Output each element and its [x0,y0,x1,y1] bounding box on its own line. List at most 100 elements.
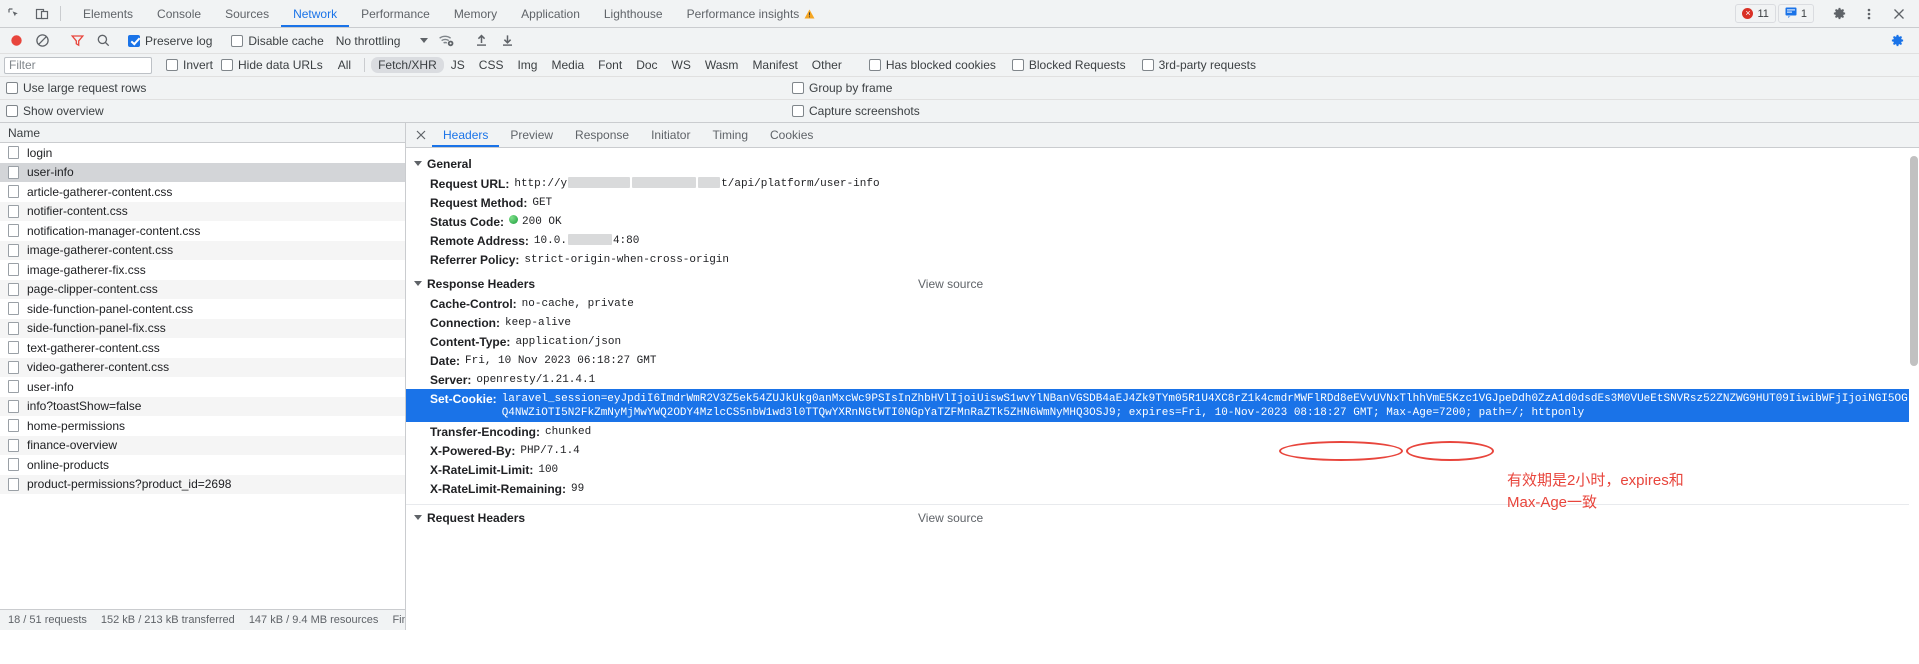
request-row-page-clipper[interactable]: page-clipper-content.css [0,279,405,299]
export-har-icon[interactable] [495,30,519,52]
request-name: article-gatherer-content.css [27,184,173,199]
resource-type-filters: All Fetch/XHR JS CSS Img Media Font Doc … [331,57,849,73]
tab-label: Response [575,128,630,142]
view-source-link-response[interactable]: View source [918,277,983,291]
import-har-icon[interactable] [469,30,493,52]
request-url-label: Request URL: [430,176,510,191]
request-row-side-function-panel-content[interactable]: side-function-panel-content.css [0,299,405,319]
has-blocked-cookies-checkbox[interactable]: Has blocked cookies [867,58,1002,72]
tab-sources[interactable]: Sources [213,0,281,27]
detail-tab-headers[interactable]: Headers [432,123,500,147]
scrollbar-thumb[interactable] [1910,156,1918,366]
record-stop-icon[interactable] [4,30,28,52]
device-toolbar-icon[interactable] [28,0,56,27]
close-detail-icon[interactable] [410,123,432,147]
filter-chip-css[interactable]: CSS [472,57,511,73]
toolbar-divider [60,6,61,21]
header-value: openresty/1.21.4.1 [476,373,596,386]
request-row-online-products[interactable]: online-products [0,455,405,475]
general-section-title[interactable]: General [406,154,1919,174]
filter-chip-all[interactable]: All [331,57,358,73]
tab-performance-insights[interactable]: Performance insights [675,0,828,27]
capture-screenshots-checkbox[interactable]: Capture screenshots [790,104,926,118]
inspect-element-icon[interactable] [0,0,28,27]
detail-tab-preview[interactable]: Preview [499,123,564,147]
filter-chip-manifest[interactable]: Manifest [745,57,804,73]
request-row-image-gatherer-content[interactable]: image-gatherer-content.css [0,240,405,260]
tab-label: Elements [83,6,134,21]
filter-chip-font[interactable]: Font [591,57,629,73]
request-row-product-permissions[interactable]: product-permissions?product_id=2698 [0,474,405,494]
request-row-user-info-selected[interactable]: user-info [0,162,405,182]
request-row-notifier-content[interactable]: notifier-content.css [0,201,405,221]
referrer-policy-value: strict-origin-when-cross-origin [524,253,730,266]
tab-lighthouse[interactable]: Lighthouse [592,0,675,27]
tab-elements[interactable]: Elements [71,0,145,27]
request-row-image-gatherer-fix[interactable]: image-gatherer-fix.css [0,260,405,280]
gear-icon[interactable] [1825,6,1853,21]
detail-tab-initiator[interactable]: Initiator [640,123,701,147]
throttling-select[interactable]: No throttling [332,34,433,48]
disable-cache-checkbox[interactable]: Disable cache [229,34,329,48]
hide-data-urls-checkbox[interactable]: Hide data URLs [219,58,329,72]
request-row-login[interactable]: login [0,143,405,163]
response-headers-section-title[interactable]: Response Headers View source [406,274,1919,294]
request-row-video-gatherer[interactable]: video-gatherer-content.css [0,357,405,377]
network-conditions-icon[interactable] [434,30,458,52]
request-row-notification-manager[interactable]: notification-manager-content.css [0,221,405,241]
header-value: Fri, 10 Nov 2023 06:18:27 GMT [465,354,657,367]
tab-console[interactable]: Console [145,0,213,27]
request-row-side-function-panel-fix[interactable]: side-function-panel-fix.css [0,318,405,338]
request-row-user-info-2[interactable]: user-info [0,377,405,397]
clear-network-log-icon[interactable] [30,30,54,52]
request-row-article-gatherer[interactable]: article-gatherer-content.css [0,182,405,202]
detail-tab-timing[interactable]: Timing [701,123,759,147]
filter-chip-other[interactable]: Other [805,57,849,73]
tab-memory[interactable]: Memory [442,0,509,27]
header-x-powered-by: X-Powered-By: PHP/7.1.4 [406,441,1919,460]
request-row-text-gatherer[interactable]: text-gatherer-content.css [0,338,405,358]
request-name: finance-overview [27,438,118,453]
search-icon[interactable] [91,30,115,52]
request-headers-section-title[interactable]: Request Headers View source [406,504,1919,528]
tab-label: Initiator [651,128,691,142]
use-large-request-rows-checkbox[interactable]: Use large request rows [4,81,152,95]
request-row-finance-overview[interactable]: finance-overview [0,435,405,455]
filter-chip-wasm[interactable]: Wasm [698,57,746,73]
tab-performance[interactable]: Performance [349,0,442,27]
third-party-requests-checkbox[interactable]: 3rd-party requests [1140,58,1262,72]
tab-network[interactable]: Network [281,0,350,27]
show-overview-checkbox[interactable]: Show overview [4,104,110,118]
view-source-link-request[interactable]: View source [918,511,983,525]
group-by-frame-checkbox[interactable]: Group by frame [790,81,898,95]
filter-chip-js[interactable]: JS [444,57,472,73]
filter-chip-fetch-xhr[interactable]: Fetch/XHR [371,57,444,73]
detail-scrollbar[interactable] [1909,148,1919,630]
header-name: Connection: [430,315,500,330]
filter-chip-ws[interactable]: WS [665,57,698,73]
message-counter-badge[interactable]: 1 [1777,4,1814,23]
filter-funnel-icon[interactable] [65,30,89,52]
options-row-2: Show overview Capture screenshots [0,100,1919,123]
close-icon[interactable] [1885,7,1913,21]
request-row-info-toastshow[interactable]: info?toastShow=false [0,396,405,416]
filter-input[interactable] [4,56,152,74]
blocked-requests-checkbox[interactable]: Blocked Requests [1010,58,1132,72]
request-method-value: GET [532,196,553,209]
preserve-log-checkbox[interactable]: Preserve log [126,34,218,48]
network-settings-gear-icon[interactable] [1885,30,1909,52]
request-row-home-permissions[interactable]: home-permissions [0,416,405,436]
detail-tab-cookies[interactable]: Cookies [759,123,824,147]
status-ok-dot-icon [509,214,519,224]
filter-chip-img[interactable]: Img [510,57,544,73]
error-counter-badge[interactable]: × 11 [1735,4,1776,23]
filter-chip-media[interactable]: Media [544,57,591,73]
header-set-cookie[interactable]: Set-Cookie: laravel_session=eyJpdiI6Imdr… [406,389,1919,422]
detail-tab-response[interactable]: Response [564,123,640,147]
filter-chip-doc[interactable]: Doc [629,57,664,73]
kebab-menu-icon[interactable] [1855,7,1883,21]
tab-application[interactable]: Application [509,0,592,27]
invert-checkbox[interactable]: Invert [164,58,219,72]
request-list-header[interactable]: Name [0,123,405,143]
has-blocked-cookies-label: Has blocked cookies [885,58,996,72]
